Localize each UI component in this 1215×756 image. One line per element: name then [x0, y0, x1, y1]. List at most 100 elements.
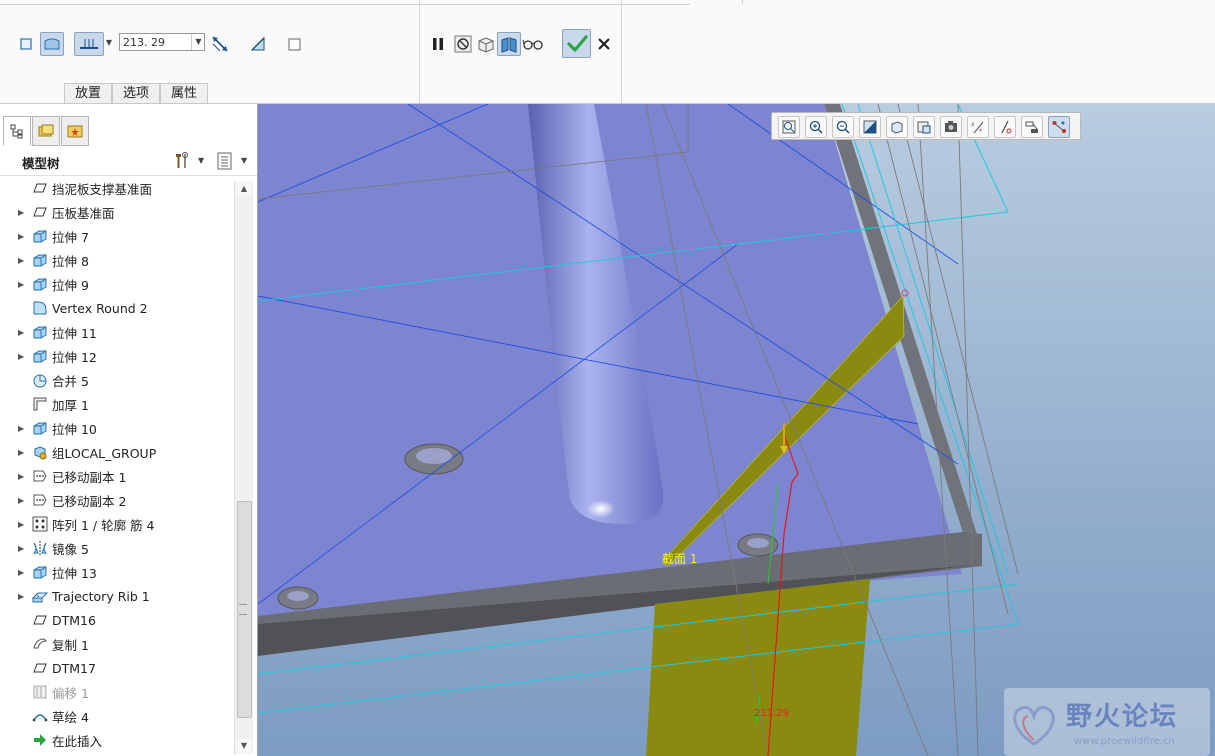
- tab-properties[interactable]: 属性: [160, 83, 208, 103]
- repaint-icon[interactable]: [859, 116, 881, 138]
- view-manager-icon[interactable]: [940, 116, 962, 138]
- expand-arrow-icon[interactable]: ▶: [18, 352, 28, 361]
- tree-item[interactable]: 在此插入: [0, 728, 234, 752]
- tree-item[interactable]: ▶ 组LOCAL_GROUP: [0, 440, 234, 464]
- show-dropdown-icon[interactable]: ▼: [241, 156, 247, 165]
- ok-check-icon[interactable]: [562, 29, 591, 58]
- tree-item[interactable]: ▶ 拉伸 9: [0, 272, 234, 296]
- scroll-down-icon[interactable]: ▼: [236, 738, 252, 754]
- expand-arrow-icon[interactable]: ▶: [18, 424, 28, 433]
- thickness-side-dropdown-icon[interactable]: ▼: [103, 34, 115, 52]
- refit-icon[interactable]: [778, 116, 800, 138]
- pause-icon[interactable]: [426, 32, 450, 56]
- zoom-in-icon[interactable]: [805, 116, 827, 138]
- boss-hole-1-inner: [416, 448, 452, 464]
- expand-arrow-icon[interactable]: ▶: [18, 496, 28, 505]
- scroll-up-icon[interactable]: ▲: [236, 181, 252, 197]
- datum-plane-icon: [32, 204, 48, 220]
- settings-dropdown-icon[interactable]: ▼: [198, 156, 204, 165]
- tree-item[interactable]: 偏移 1: [0, 680, 234, 704]
- annotation-display-icon[interactable]: [1021, 116, 1043, 138]
- ribbon-separator-2: [621, 0, 622, 103]
- tree-item[interactable]: ▶ 拉伸 8: [0, 248, 234, 272]
- tree-item-label: 拉伸 9: [52, 277, 89, 293]
- glasses-preview-icon[interactable]: [521, 32, 545, 56]
- tree-item-label: 在此插入: [52, 733, 103, 749]
- expand-arrow-icon[interactable]: ▶: [18, 568, 28, 577]
- pattern-icon: [32, 516, 48, 532]
- expand-arrow-icon[interactable]: ▶: [18, 544, 28, 553]
- tab-placement[interactable]: 放置: [64, 83, 112, 103]
- tab-favorites[interactable]: [61, 116, 89, 146]
- tree-item[interactable]: ▶ Trajectory Rib 1: [0, 584, 234, 608]
- tree-item[interactable]: ▶ 阵列 1 / 轮廓 筋 4: [0, 512, 234, 536]
- tab-folder-browser[interactable]: [32, 116, 60, 146]
- display-style-icon[interactable]: [886, 116, 908, 138]
- moved-copy-icon: [32, 468, 48, 484]
- tree-item[interactable]: DTM17: [0, 656, 234, 680]
- cancel-x-icon[interactable]: [592, 32, 616, 56]
- ribbon: ▼ 213. 29 ▼ 放置 选项 属性: [0, 0, 1215, 104]
- tree-item[interactable]: Vertex Round 2: [0, 296, 234, 320]
- sketch-icon: [32, 708, 48, 724]
- surface-rib-button[interactable]: [40, 32, 64, 56]
- expand-arrow-icon[interactable]: ▶: [18, 520, 28, 529]
- tree-item[interactable]: ▶ 已移动副本 2: [0, 488, 234, 512]
- spin-center-icon[interactable]: [1048, 116, 1070, 138]
- expand-arrow-icon[interactable]: ▶: [18, 232, 28, 241]
- expand-arrow-icon[interactable]: ▶: [18, 448, 28, 457]
- expand-arrow-icon[interactable]: ▶: [18, 208, 28, 217]
- thickness-side-button[interactable]: [74, 32, 104, 56]
- tree-item[interactable]: 合并 5: [0, 368, 234, 392]
- model-tree-scrollbar[interactable]: ▲ ▼: [234, 181, 253, 754]
- tree-item-label: 加厚 1: [52, 397, 89, 413]
- datum-plane-icon: [32, 660, 48, 676]
- svg-text:*: *: [979, 128, 982, 134]
- tree-item-label: 已移动副本 2: [52, 493, 127, 509]
- tree-item[interactable]: DTM16: [0, 608, 234, 632]
- no-preview-icon[interactable]: [451, 32, 475, 56]
- expand-arrow-icon[interactable]: ▶: [18, 256, 28, 265]
- expand-arrow-icon[interactable]: ▶: [18, 472, 28, 481]
- tab-model-tree[interactable]: [3, 116, 31, 146]
- tree-item-label: 镜像 5: [52, 541, 89, 557]
- expand-arrow-icon[interactable]: ▶: [18, 280, 28, 289]
- verify-mode-icon[interactable]: [497, 32, 521, 56]
- trim-button[interactable]: [246, 32, 270, 56]
- tree-item[interactable]: 加厚 1: [0, 392, 234, 416]
- tree-item[interactable]: 挡泥板支撑基准面: [0, 176, 234, 200]
- tree-item[interactable]: ▶ 压板基准面: [0, 200, 234, 224]
- tree-item[interactable]: ▶ 拉伸 13: [0, 560, 234, 584]
- zoom-out-icon[interactable]: [832, 116, 854, 138]
- tree-item[interactable]: 草绘 4: [0, 704, 234, 728]
- tree-item[interactable]: ▶ 拉伸 12: [0, 344, 234, 368]
- tree-item[interactable]: ▶ 拉伸 11: [0, 320, 234, 344]
- settings-tools-icon[interactable]: [172, 151, 192, 171]
- flip-direction-button[interactable]: [208, 32, 232, 56]
- solid-rib-button[interactable]: [14, 32, 38, 56]
- watermark-logo-icon: [1008, 700, 1060, 748]
- datum-display-filter-icon[interactable]: x *: [967, 116, 989, 138]
- tree-item[interactable]: ▶ 镜像 5: [0, 536, 234, 560]
- option-box-button[interactable]: [282, 32, 306, 56]
- show-list-icon[interactable]: [216, 151, 236, 171]
- tab-options[interactable]: 选项: [112, 83, 160, 103]
- preview-geometry-icon[interactable]: [474, 32, 498, 56]
- tree-item[interactable]: ▶ 已移动副本 1: [0, 464, 234, 488]
- saved-orientations-icon[interactable]: [913, 116, 935, 138]
- graphics-window[interactable]: 截面 1 213.29 野火论坛 www.proewildfire.cn: [258, 104, 1215, 756]
- expand-arrow-icon[interactable]: ▶: [18, 592, 28, 601]
- tree-item-label: 拉伸 12: [52, 349, 97, 365]
- svg-text:x: x: [971, 121, 975, 128]
- tree-item[interactable]: ▶ 拉伸 10: [0, 416, 234, 440]
- expand-arrow-icon[interactable]: ▶: [18, 328, 28, 337]
- tree-item[interactable]: ▶ 拉伸 7: [0, 224, 234, 248]
- extrude-icon: [32, 324, 48, 340]
- tree-item[interactable]: 复制 1: [0, 632, 234, 656]
- boss-hole-3-inner: [287, 591, 309, 601]
- datum-axis-icon[interactable]: [994, 116, 1016, 138]
- thickness-dropdown-icon[interactable]: ▼: [191, 34, 205, 50]
- model-scene: [258, 104, 1019, 756]
- tree-item-label: 组LOCAL_GROUP: [52, 445, 157, 461]
- dimension-label[interactable]: 213.29: [754, 708, 789, 719]
